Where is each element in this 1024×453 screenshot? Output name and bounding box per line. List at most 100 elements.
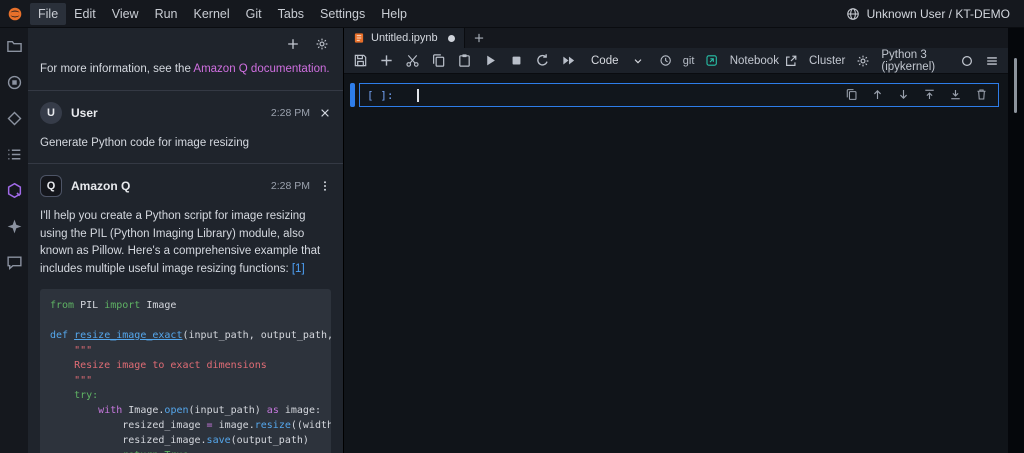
cell-type-dropdown[interactable]: Code: [591, 55, 644, 67]
scrollbar-thumb[interactable]: [1014, 58, 1017, 113]
kernel-status[interactable]: [960, 54, 974, 68]
code-cell[interactable]: [ ]:: [350, 83, 999, 107]
gear-icon: [856, 54, 870, 68]
fast-forward-icon[interactable]: [561, 53, 576, 68]
kernel-label: Python 3 (ipykernel): [881, 48, 936, 73]
cluster-settings[interactable]: [856, 54, 870, 68]
menu-icon: [985, 54, 999, 68]
assistant-message-time: 2:28 PM: [270, 179, 310, 192]
right-sidebar-strip: [1008, 28, 1024, 453]
insert-above-icon[interactable]: [923, 88, 936, 101]
menu-tabs[interactable]: Tabs: [270, 3, 312, 25]
chat-panel-header: [28, 28, 343, 54]
notebook-label: Notebook: [729, 54, 779, 67]
save-icon[interactable]: [353, 53, 368, 68]
move-down-icon[interactable]: [897, 88, 910, 101]
toc-icon[interactable]: [6, 146, 23, 163]
launcher-icon[interactable]: [6, 110, 23, 127]
menu-bar: File Edit View Run Kernel Git Tabs Settings Help…: [0, 0, 1024, 28]
jupyterlab-logo-icon[interactable]: [0, 6, 30, 22]
unsaved-changes-indicator[interactable]: [447, 34, 455, 42]
menu-settings[interactable]: Settings: [312, 3, 373, 25]
add-icon[interactable]: [379, 53, 394, 68]
plus-icon: [473, 32, 485, 44]
restart-icon[interactable]: [535, 53, 550, 68]
stop-icon[interactable]: [509, 53, 524, 68]
new-chat-button[interactable]: [286, 37, 300, 51]
amazon-q-icon[interactable]: [6, 182, 23, 199]
cell-toolbar: [845, 88, 988, 101]
chat-intro: For more information, see the Amazon Q d…: [28, 54, 343, 90]
tab-title: Untitled.ipynb: [371, 32, 438, 44]
notebook-body[interactable]: [ ]:: [344, 74, 1008, 453]
running-icon[interactable]: [6, 74, 23, 91]
notebook-toolbar: Code git Notebook Cluster Python 3 (ipyker…: [344, 48, 1008, 74]
kernel[interactable]: Python 3 (ipykernel): [881, 49, 949, 73]
delete-icon[interactable]: [975, 88, 988, 101]
notebook[interactable]: Notebook: [730, 54, 798, 68]
external-link-icon: [784, 54, 798, 68]
code-block: from PIL import Image def resize_image_e…: [40, 289, 331, 453]
menu-items: File Edit View Run Kernel Git Tabs Settings Help: [30, 2, 415, 25]
globe-icon: [846, 7, 860, 21]
close-icon[interactable]: [319, 107, 331, 119]
citation-link[interactable]: [1]: [292, 263, 305, 275]
amazon-q-doc-link[interactable]: Amazon Q documentation.: [193, 63, 329, 75]
paste-icon[interactable]: [457, 53, 472, 68]
new-tab-button[interactable]: [465, 28, 493, 48]
assistant-name: Amazon Q: [71, 178, 131, 193]
git-label[interactable]: git: [683, 55, 695, 67]
assistant-message: Q Amazon Q 2:28 PM I'll help you create …: [28, 164, 343, 453]
menu-git[interactable]: Git: [238, 3, 270, 25]
open-studio-icon[interactable]: [705, 53, 718, 68]
amazon-q-panel: For more information, see the Amazon Q d…: [28, 28, 344, 453]
kebab-menu-icon[interactable]: [319, 180, 331, 192]
copy-icon[interactable]: [431, 53, 446, 68]
menu-file[interactable]: File: [30, 2, 67, 25]
jupyterlab-window: File Edit View Run Kernel Git Tabs Settings Help…: [0, 0, 1024, 453]
extensions-icon[interactable]: [6, 218, 23, 235]
insert-below-icon[interactable]: [949, 88, 962, 101]
user-label: Unknown User / KT-DEMO: [866, 6, 1010, 21]
user-avatar: U: [40, 102, 62, 124]
tab-bar: Untitled.ipynb: [344, 28, 1008, 48]
history-icon[interactable]: [659, 53, 672, 68]
circle-icon: [960, 54, 974, 68]
cell-type-value: Code: [591, 54, 619, 67]
tab-untitled-ipynb[interactable]: Untitled.ipynb: [344, 28, 465, 48]
notebook-icon: [353, 32, 365, 44]
assistant-message-text: I'll help you create a Python script for…: [40, 209, 321, 276]
duplicate-icon[interactable]: [845, 88, 858, 101]
menu-kernel[interactable]: Kernel: [186, 3, 238, 25]
cell-editor[interactable]: [ ]:: [359, 83, 999, 107]
left-sidebar-rail: [0, 28, 28, 453]
user-message-text: Generate Python code for image resizing: [40, 137, 250, 149]
user-message-time: 2:28 PM: [270, 107, 310, 119]
cluster-label: Cluster: [808, 54, 846, 67]
user-area[interactable]: Unknown User / KT-DEMO: [846, 7, 1024, 21]
chat-settings-button[interactable]: [315, 37, 329, 51]
cell-collapser[interactable]: [350, 83, 355, 107]
menu-edit[interactable]: Edit: [66, 3, 104, 25]
user-name: User: [71, 106, 98, 120]
amazon-q-avatar: Q: [40, 174, 62, 197]
run-icon[interactable]: [483, 53, 498, 68]
menu-view[interactable]: View: [104, 3, 147, 25]
chat-intro-text: For more information, see the: [40, 63, 194, 75]
cluster[interactable]: Cluster: [809, 55, 845, 67]
toolbar-right-group: Notebook Cluster Python 3 (ipykernel): [730, 49, 999, 73]
menu-run[interactable]: Run: [147, 3, 186, 25]
folder-icon[interactable]: [6, 38, 23, 55]
cell-prompt: [ ]:: [367, 88, 394, 102]
main-area: Untitled.ipynb Code git Notebook Cluster P…: [344, 28, 1008, 453]
commands[interactable]: [985, 54, 999, 68]
text-cursor: [417, 88, 419, 102]
toolbar-left-icons: [353, 53, 576, 68]
app-body: For more information, see the Amazon Q d…: [0, 28, 1024, 453]
user-message: U User 2:28 PM Generate Python code for …: [28, 91, 343, 163]
chevron-down-icon: [632, 55, 644, 67]
menu-help[interactable]: Help: [373, 3, 415, 25]
cut-icon[interactable]: [405, 53, 420, 68]
move-up-icon[interactable]: [871, 88, 884, 101]
chat-icon[interactable]: [6, 254, 23, 271]
